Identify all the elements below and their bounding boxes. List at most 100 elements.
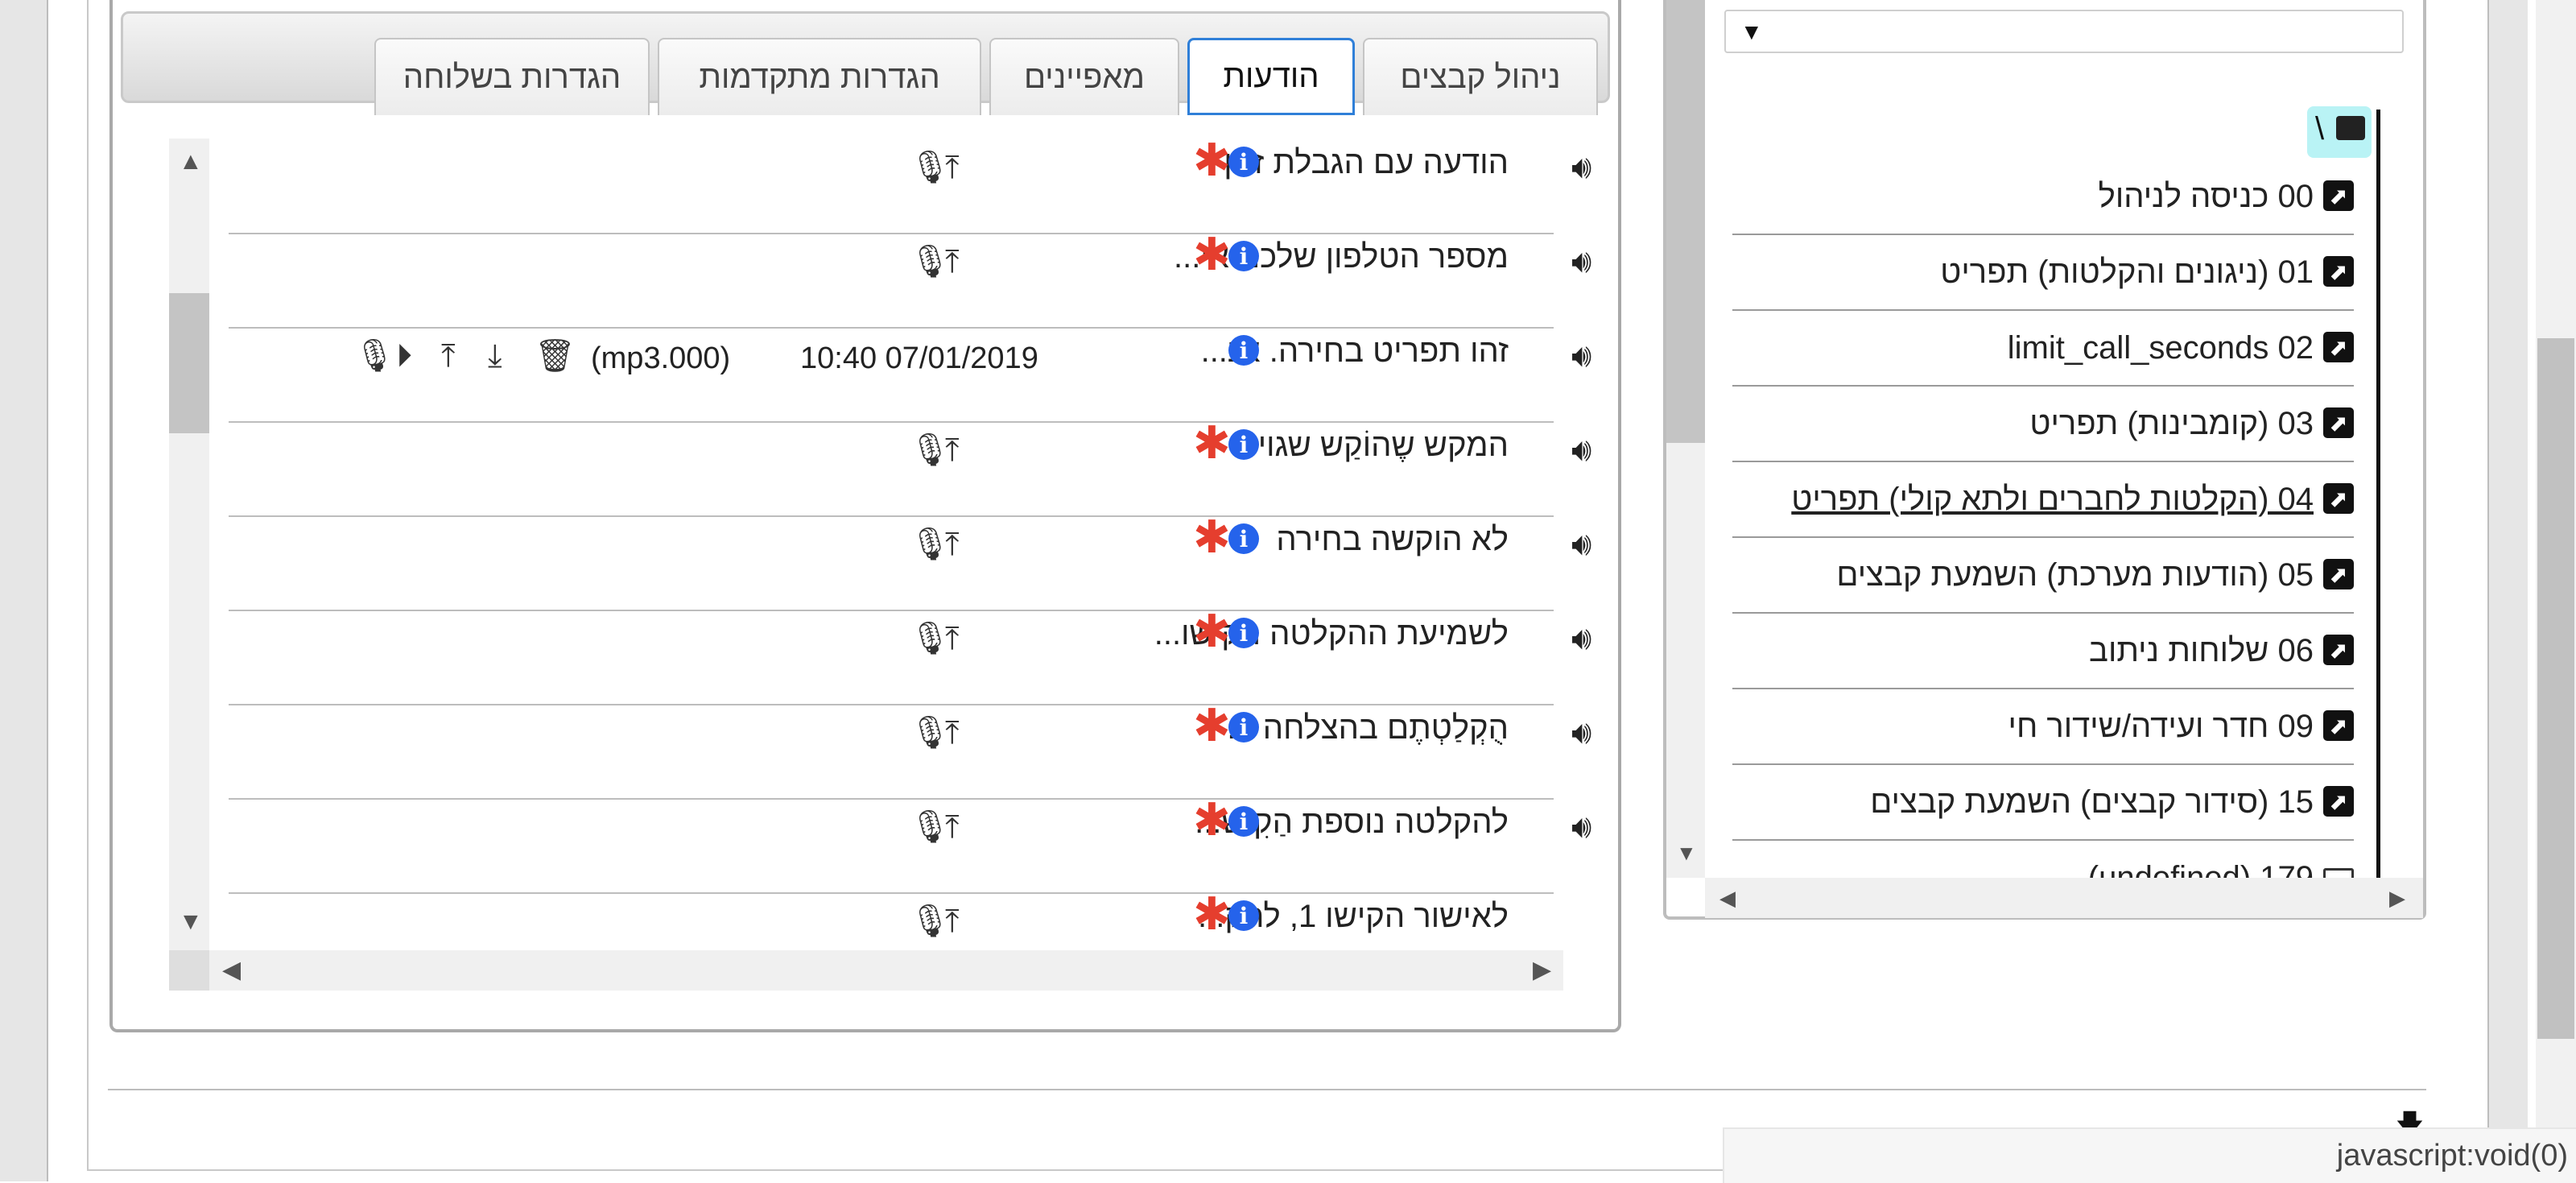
tree-item-label: 05 (הודעות מערכת) השמעת קבצים	[1836, 557, 2314, 593]
tree-item-label: 179 (undefined)	[2087, 860, 2314, 878]
message-text: לא הוקשה בחירה	[1276, 522, 1509, 557]
microphone-icon[interactable]: 🎙︎	[910, 717, 951, 749]
tree-item[interactable]: ⬈ 15 (סידור קבצים) השמעת קבצים	[1732, 765, 2354, 841]
message-list: 🔊︎ הודעה עם הגבלת זמן i ✱ ⤒ 🎙︎ 🔊︎ מספר ה…	[169, 134, 1591, 952]
microphone-icon[interactable]: 🎙︎	[910, 623, 951, 655]
microphone-icon[interactable]: 🎙︎	[910, 246, 951, 278]
tree-horizontal-scrollbar[interactable]: ◀ ▶	[1705, 878, 2423, 918]
tree-item-label: 15 (סידור קבצים) השמעת קבצים	[1870, 784, 2314, 820]
tree-item[interactable]: 179 (undefined)	[1732, 841, 2354, 878]
speaker-icon[interactable]: 🔊︎	[1571, 527, 1591, 563]
scroll-right-arrow-icon[interactable]: ▶	[1533, 958, 1551, 982]
tree-item[interactable]: ⬈ 00 כניסה לניהול	[1732, 159, 2354, 235]
scroll-left-arrow-icon[interactable]: ◀	[222, 958, 241, 982]
message-text: הודעה עם הגבלת זמן	[1224, 145, 1509, 180]
status-bar: javascript:void(0)	[1723, 1127, 2576, 1183]
message-row: 🔊︎ להקלטה נוספת הַקִיש... i ✱ ⤒ 🎙︎	[229, 798, 1591, 894]
list-horizontal-scrollbar[interactable]: ◀ ▶	[169, 950, 1563, 991]
info-icon[interactable]: i	[1228, 806, 1259, 837]
message-row: 🔊︎ המקש שֶהוֹקַש שגוי i ✱ ⤒ 🎙︎	[229, 421, 1591, 517]
info-icon[interactable]: i	[1228, 618, 1259, 648]
message-row: 🔊︎ זהו תפריט בחירה. אנ... i 10:40 07/01/…	[229, 327, 1591, 423]
tree-item-label: 04 (הקלטות לחברים ולתא קולי) תפריט	[1791, 482, 2314, 517]
microphone-icon[interactable]: 🎙︎	[354, 340, 395, 372]
root-label: \	[2315, 111, 2325, 147]
required-star-icon: ✱	[1193, 511, 1231, 564]
link-icon: ⬈	[2323, 483, 2354, 514]
archive-icon	[2336, 116, 2365, 140]
speaker-icon[interactable]: 🔊︎	[1571, 150, 1591, 186]
file-format: (mp3.000)	[591, 341, 731, 375]
tree-item[interactable]: ⬈ 03 (קומבינות) תפריט	[1732, 387, 2354, 462]
speaker-icon[interactable]: 🔊︎	[1571, 715, 1591, 751]
message-text: הֻקְלַטְתֶם בהצלחה ...	[1227, 710, 1509, 746]
folder-select[interactable]: ▼	[1724, 10, 2404, 53]
link-icon: ⬈	[2323, 332, 2354, 362]
link-icon: ⬈	[2323, 786, 2354, 817]
tree-item[interactable]: ⬈ 01 (ניגונים והקלטות) תפריט	[1732, 235, 2354, 311]
message-row: 🔊︎ הודעה עם הגבלת זמן i ✱ ⤒ 🎙︎	[229, 134, 1591, 234]
tab-advanced-settings[interactable]: הגדרות מתקדמות	[658, 38, 981, 115]
required-star-icon: ✱	[1193, 134, 1231, 187]
required-star-icon: ✱	[1193, 892, 1231, 941]
tree-item-label: 06 שלוחות ניתוב	[2089, 633, 2314, 668]
divider	[108, 1089, 2426, 1090]
left-gutter	[0, 0, 48, 1181]
speaker-icon[interactable]: 🔊︎	[1571, 432, 1591, 469]
info-icon[interactable]: i	[1228, 712, 1259, 742]
speaker-icon[interactable]: 🔊︎	[1571, 338, 1591, 374]
microphone-icon[interactable]: 🎙︎	[910, 905, 951, 937]
speaker-icon[interactable]: 🔊︎	[1571, 621, 1591, 657]
dropdown-caret-icon[interactable]: ▼	[1740, 19, 1763, 45]
link-icon: ⬈	[2323, 180, 2354, 211]
tree-item[interactable]: ⬈ 05 (הודעות מערכת) השמעת קבצים	[1732, 538, 2354, 614]
info-icon[interactable]: i	[1228, 523, 1259, 554]
link-icon: ⬈	[2323, 559, 2354, 589]
link-icon: ⬈	[2323, 407, 2354, 438]
play-icon[interactable]: ⏵︎	[396, 340, 412, 372]
microphone-icon[interactable]: 🎙︎	[910, 151, 951, 184]
speaker-icon[interactable]: 🔊︎	[1571, 809, 1591, 846]
tab-bar: ניהול קבצים הודעות מאפיינים הגדרות מתקדמ…	[121, 11, 1610, 115]
link-icon: ⬈	[2323, 256, 2354, 287]
microphone-icon[interactable]: 🎙︎	[910, 528, 951, 560]
right-gutter	[2487, 0, 2528, 1181]
folder-icon	[2323, 868, 2354, 878]
tree-vertical-scrollbar-thumb[interactable]	[1666, 0, 1705, 443]
message-row: 🔊︎ לא הוקשה בחירה i ✱ ⤒ 🎙︎	[229, 511, 1591, 611]
message-text: המקש שֶהוֹקַש שגוי	[1257, 428, 1509, 463]
scroll-down-arrow-icon[interactable]: ▼	[1676, 841, 1697, 865]
info-icon[interactable]: i	[1228, 429, 1259, 460]
scroll-corner	[169, 950, 209, 991]
required-star-icon: ✱	[1193, 606, 1231, 658]
speaker-icon[interactable]: 🔊︎	[1571, 244, 1591, 280]
tree-item-label: 02 limit_call_seconds	[2007, 330, 2314, 366]
message-row: 🔊︎ לאישור הקישו 1, להק... i ✱ ⤒ 🎙︎	[229, 892, 1554, 950]
message-row: 🔊︎ מספר הטלפון שלכם אי... i ✱ ⤒ 🎙︎	[229, 233, 1591, 329]
upload-icon[interactable]: ⤒	[441, 340, 456, 372]
tree-item[interactable]: ⬈ 09 חדר ועידה/שידור חי	[1732, 689, 2354, 765]
info-icon[interactable]: i	[1228, 147, 1259, 177]
tree-item-label: 01 (ניגונים והקלטות) תפריט	[1940, 254, 2314, 290]
tree-item[interactable]: ⬈ 04 (הקלטות לחברים ולתא קולי) תפריט	[1732, 462, 2354, 538]
delete-icon[interactable]: 🗑︎	[535, 340, 576, 372]
tab-messages[interactable]: הודעות	[1187, 38, 1355, 115]
scroll-right-arrow-icon[interactable]: ▶	[2389, 886, 2405, 910]
info-icon[interactable]: i	[1228, 335, 1259, 366]
status-url: javascript:void(0)	[2336, 1139, 2568, 1173]
tree-item-label: 00 כניסה לניהול	[2098, 179, 2314, 214]
tab-extension-settings[interactable]: הגדרות בשלוחה	[374, 38, 650, 115]
microphone-icon[interactable]: 🎙︎	[910, 434, 951, 466]
info-icon[interactable]: i	[1228, 900, 1259, 931]
tab-file-management[interactable]: ניהול קבצים	[1363, 38, 1598, 115]
tab-properties[interactable]: מאפיינים	[989, 38, 1179, 115]
tree-root-node[interactable]: \	[2307, 106, 2372, 158]
info-icon[interactable]: i	[1228, 241, 1259, 271]
scroll-left-arrow-icon[interactable]: ◀	[1719, 886, 1736, 910]
tree-item[interactable]: ⬈ 02 limit_call_seconds	[1732, 311, 2354, 387]
download-icon[interactable]: ⤓	[488, 340, 502, 372]
page-scrollbar-thumb[interactable]	[2537, 338, 2574, 1039]
tree-item[interactable]: ⬈ 06 שלוחות ניתוב	[1732, 614, 2354, 689]
tree-item-label: 09 חדר ועידה/שידור חי	[2008, 709, 2314, 744]
microphone-icon[interactable]: 🎙︎	[910, 811, 951, 843]
